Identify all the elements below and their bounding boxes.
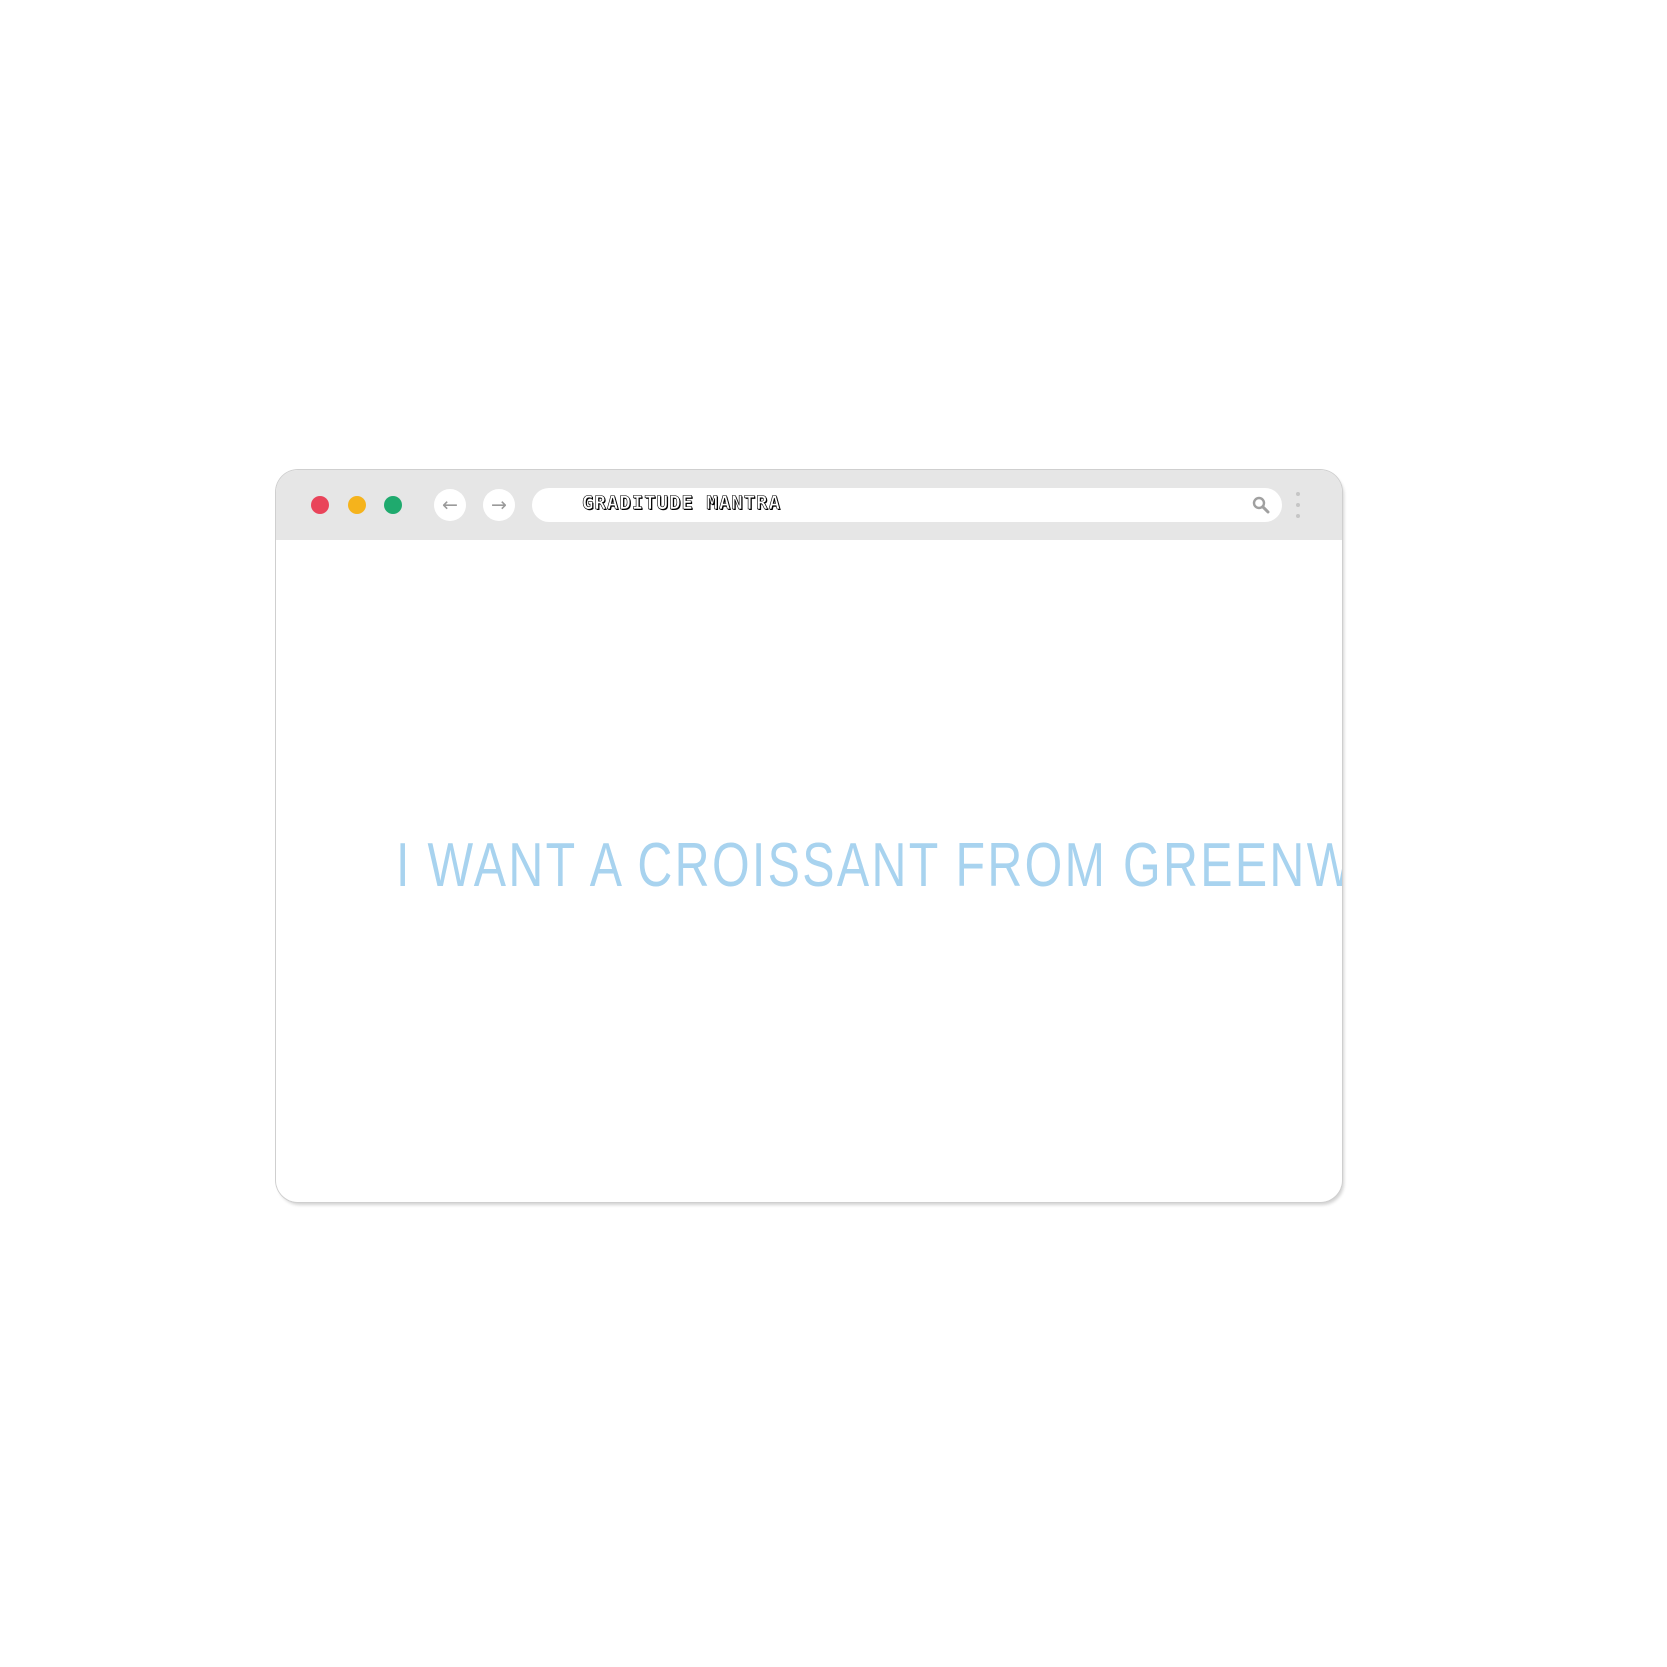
search-icon[interactable] [1252, 496, 1270, 514]
page-content: I WANT A CROISSANT FROM GREENWICH [276, 540, 1342, 1202]
vertical-dots-icon[interactable] [1295, 492, 1301, 522]
browser-window: ← → GRADITUDE MANTRA I WANT A CROISSANT … [276, 470, 1342, 1202]
page-headline: I WANT A CROISSANT FROM GREENWICH [396, 831, 1342, 900]
arrow-right-icon: → [491, 494, 507, 516]
forward-button[interactable]: → [483, 489, 515, 521]
close-window-button[interactable] [311, 496, 329, 514]
address-bar-text: GRADITUDE MANTRA [582, 492, 782, 515]
maximize-window-button[interactable] [384, 496, 402, 514]
browser-toolbar: ← → GRADITUDE MANTRA [276, 470, 1342, 540]
back-button[interactable]: ← [434, 489, 466, 521]
address-bar[interactable]: GRADITUDE MANTRA [532, 488, 1282, 522]
minimize-window-button[interactable] [348, 496, 366, 514]
arrow-left-icon: ← [442, 494, 458, 516]
